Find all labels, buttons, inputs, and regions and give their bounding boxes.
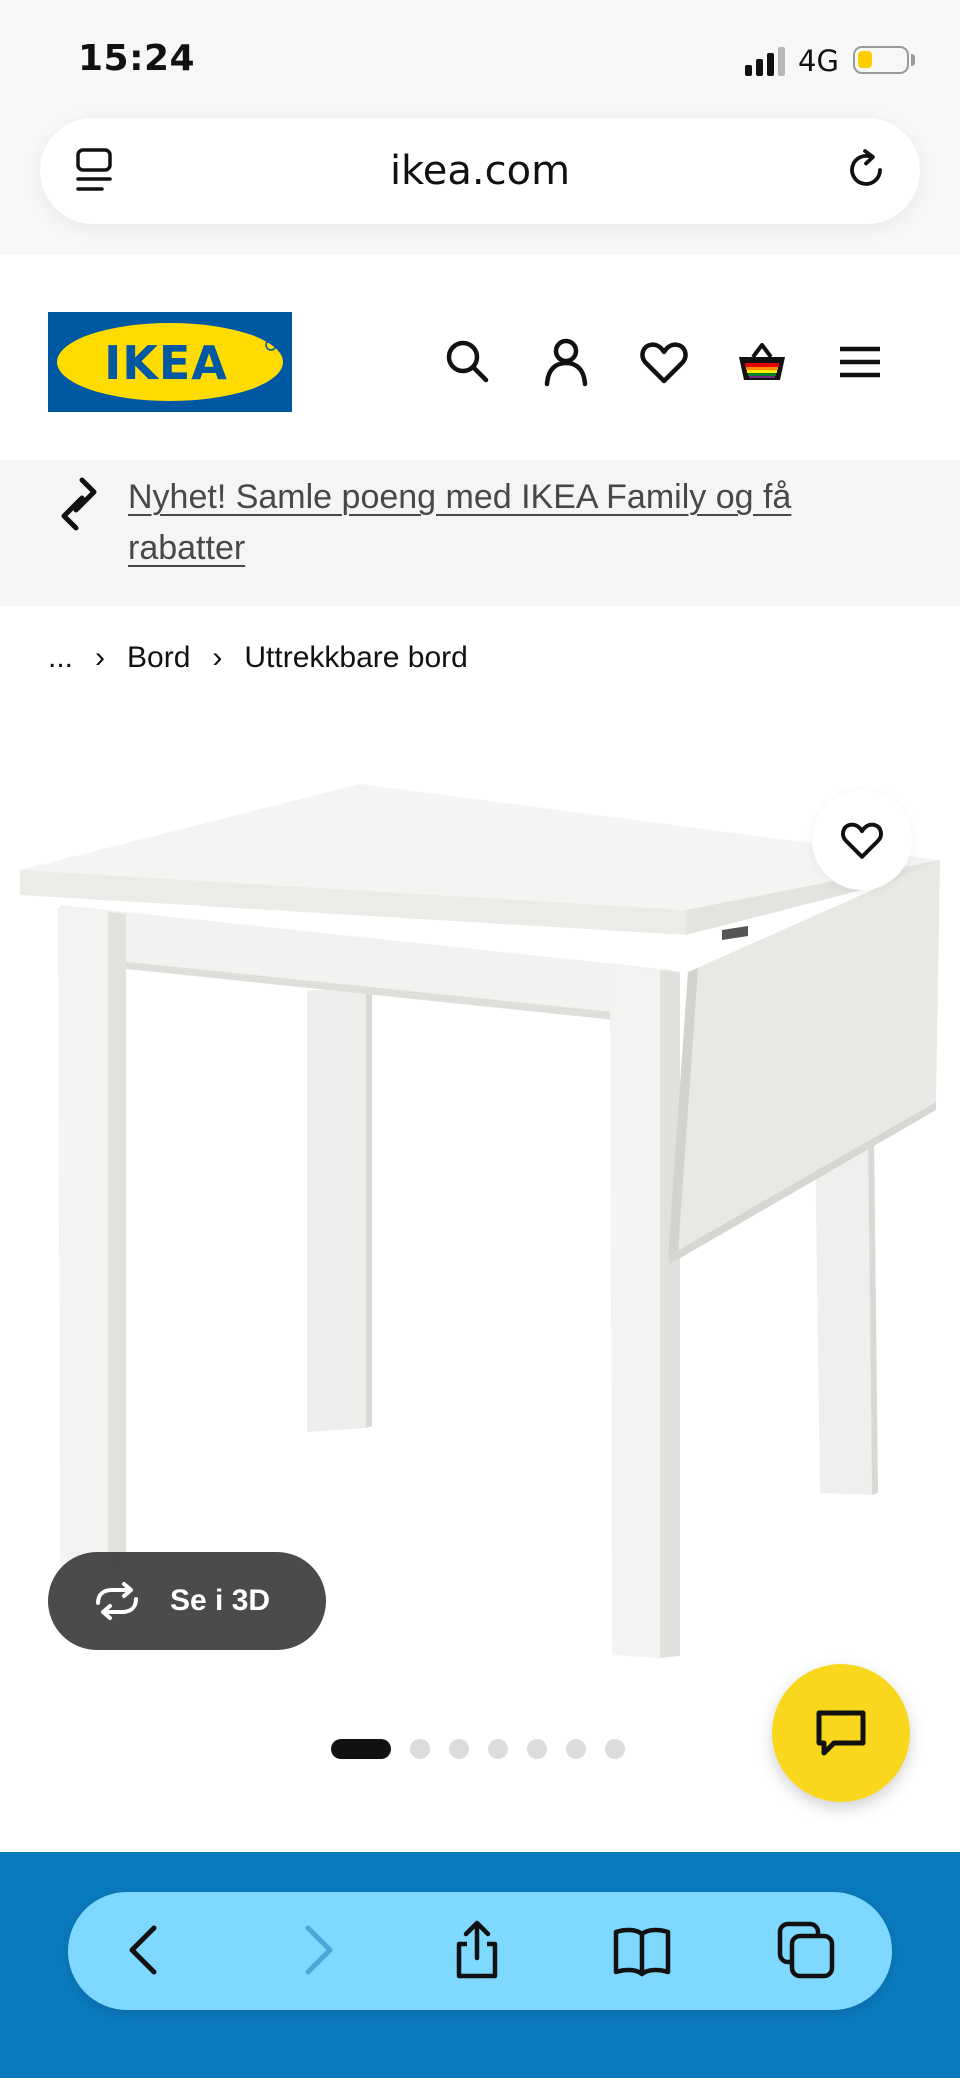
battery-cap (911, 54, 915, 66)
search-icon[interactable] (442, 336, 494, 388)
chevron-right-icon: › (95, 641, 106, 674)
tabs-icon[interactable] (776, 1920, 836, 1980)
breadcrumb-uttrekkbare-bord[interactable]: Uttrekkbare bord (244, 641, 467, 675)
svg-text:IKEA: IKEA (104, 336, 228, 390)
pagination-dot[interactable] (449, 1739, 469, 1759)
bookmarks-icon[interactable] (612, 1920, 672, 1980)
share-icon[interactable] (447, 1920, 507, 1980)
reload-icon[interactable] (842, 146, 890, 194)
promo-link[interactable]: Nyhet! Samle poeng med IKEA Family og få… (128, 472, 908, 574)
ikea-logo[interactable]: IKEA (48, 312, 292, 412)
rotate-3d-icon (96, 1582, 138, 1620)
url-text[interactable]: ikea.com (0, 148, 960, 194)
heart-icon (841, 822, 883, 859)
chat-button[interactable] (772, 1664, 910, 1802)
pagination-dot-active[interactable] (331, 1739, 391, 1759)
signal-icon (745, 46, 787, 76)
chevron-right-icon: › (212, 641, 223, 674)
pagination-dot[interactable] (605, 1739, 625, 1759)
favorites-icon[interactable] (638, 336, 690, 388)
link-icon (61, 477, 97, 531)
page-menu-icon[interactable] (74, 148, 118, 196)
forward-icon[interactable] (286, 1920, 346, 1980)
status-bar: 15:24 4G (0, 0, 960, 110)
account-icon[interactable] (540, 336, 592, 388)
breadcrumb: ... › Bord › Uttrekkbare bord (48, 640, 468, 676)
pagination-dot[interactable] (488, 1739, 508, 1759)
save-to-favorites-button[interactable] (812, 790, 912, 890)
breadcrumb-ellipsis[interactable]: ... (48, 641, 73, 675)
breadcrumb-bord[interactable]: Bord (127, 641, 190, 675)
pagination-dot[interactable] (566, 1739, 586, 1759)
image-pagination (331, 1738, 644, 1760)
pagination-dot[interactable] (410, 1739, 430, 1759)
menu-icon[interactable] (834, 336, 886, 388)
chat-icon (816, 1710, 866, 1756)
status-time: 15:24 (78, 38, 196, 79)
back-icon[interactable] (116, 1920, 176, 1980)
network-label: 4G (798, 44, 839, 78)
pagination-dot[interactable] (527, 1739, 547, 1759)
view-in-3d-button[interactable]: Se i 3D (48, 1552, 326, 1650)
battery-icon (853, 46, 909, 74)
basket-icon[interactable] (736, 336, 788, 388)
view-in-3d-label: Se i 3D (170, 1584, 271, 1617)
